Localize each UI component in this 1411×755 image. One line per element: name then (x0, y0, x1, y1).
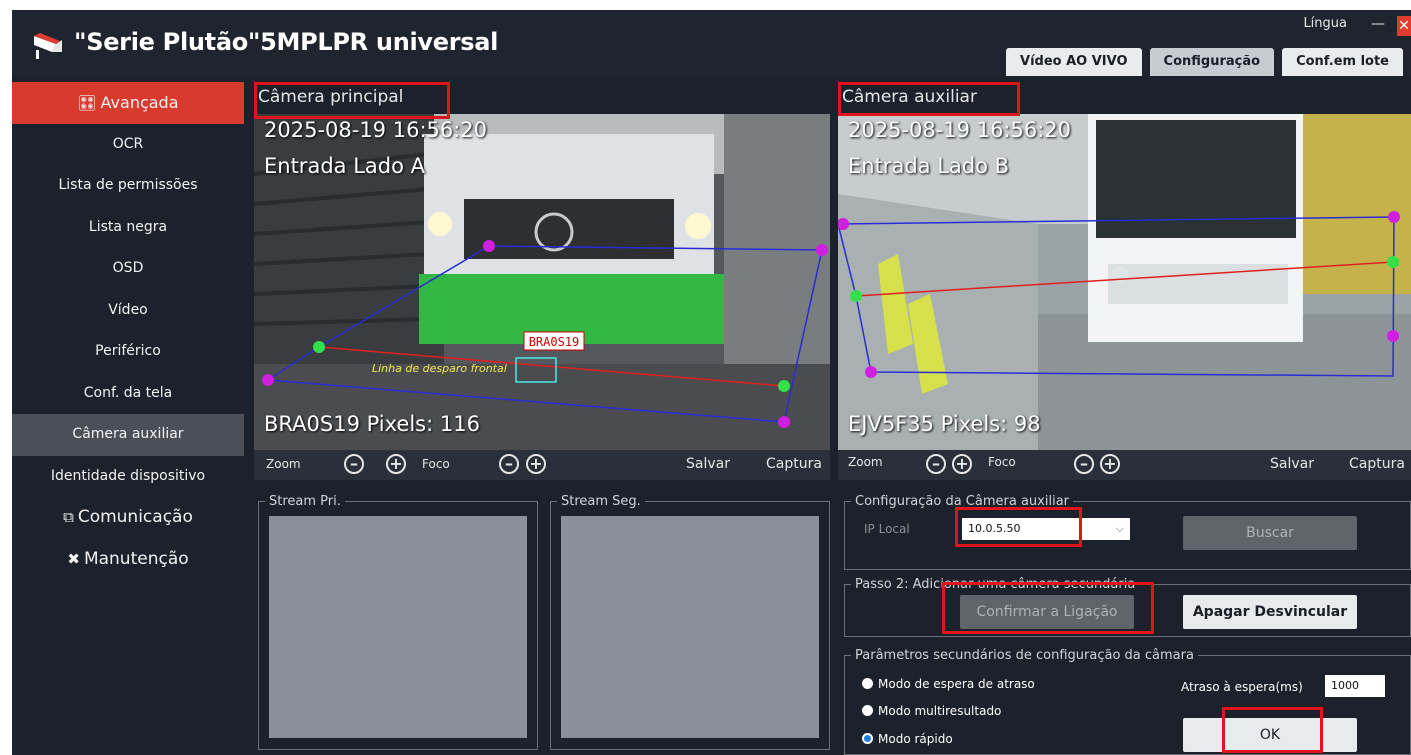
sidebar-item-video[interactable]: Vídeo (12, 290, 244, 332)
delay-label: Atraso à espera(ms) (1181, 680, 1303, 694)
capture-button[interactable]: Captura (1349, 456, 1405, 472)
radio-label: Modo multiresultado (878, 704, 1002, 718)
camera-logo-icon (34, 33, 62, 59)
main-camera-controls: Zoom – + Foco – + Salvar Captura (254, 450, 830, 480)
aux-camera-controls: Zoom – + Foco – + Salvar Captura (838, 450, 1411, 480)
radio-fast-mode[interactable]: Modo rápido (862, 732, 953, 746)
chevron-down-icon: ⌵ (1115, 522, 1124, 535)
radio-dot (862, 678, 873, 689)
aux-camera-panel: Câmera auxiliar 2025-08-19 16:56:20 Entr… (838, 82, 1411, 480)
sidebar-item-aux-camera[interactable]: Câmera auxiliar (12, 414, 244, 456)
focus-out-button[interactable]: – (499, 454, 519, 474)
tab-batch-config[interactable]: Conf.em lote (1282, 48, 1403, 76)
language-selector[interactable]: Língua (1303, 16, 1347, 31)
highlight-ip-field (955, 507, 1082, 547)
stream-secondary-preview (561, 516, 819, 738)
highlight-confirm-button (942, 582, 1154, 634)
save-button[interactable]: Salvar (686, 456, 730, 472)
sidebar-item-communication[interactable]: ⧉ Comunicação (12, 497, 244, 539)
focus-in-button[interactable]: + (526, 454, 546, 474)
close-button[interactable]: ✕ (1397, 16, 1411, 36)
sidebar-item-label: Avançada (100, 93, 179, 112)
zoom-label: Zoom (848, 455, 883, 469)
unlink-button[interactable]: Apagar Desvincular (1183, 595, 1357, 629)
tools-icon: ✖ (67, 549, 80, 568)
aux-location: Entrada Lado B (848, 154, 1010, 178)
app-title: "Serie Plutão"5MPLPR universal (74, 28, 499, 56)
tab-configuration[interactable]: Configuração (1149, 48, 1275, 76)
sidebar: 🎛 Avançada OCR Lista de permissões Lista … (12, 82, 244, 755)
sidebar-item-device-identity[interactable]: Identidade dispositivo (12, 456, 244, 498)
radio-dot (862, 705, 873, 716)
zoom-in-button[interactable]: + (952, 454, 972, 474)
highlight-main-camera-title (254, 82, 450, 119)
stream-primary-preview (269, 516, 527, 738)
sidebar-item-peripheral[interactable]: Periférico (12, 331, 244, 373)
main-camera-video[interactable]: BRA0S19 Linha de desparo frontal 2025-08… (254, 114, 830, 450)
capture-button[interactable]: Captura (766, 456, 822, 472)
highlight-ok-button (1222, 707, 1323, 753)
stream-secondary-label: Stream Seg. (561, 494, 641, 509)
radio-label: Modo rápido (878, 732, 953, 746)
radio-multiresult-mode[interactable]: Modo multiresultado (862, 704, 1001, 718)
ip-local-label: IP Local (864, 522, 910, 536)
sidebar-item-ocr[interactable]: OCR (12, 124, 244, 166)
main-timestamp: 2025-08-19 16:56:20 (264, 118, 488, 142)
app-header: "Serie Plutão"5MPLPR universal Língua — … (12, 10, 1411, 76)
zoom-label: Zoom (266, 457, 301, 471)
stream-primary-label: Stream Pri. (269, 494, 341, 509)
sidebar-item-label: Manutenção (83, 548, 189, 569)
aux-timestamp: 2025-08-19 16:56:20 (848, 118, 1072, 142)
sidebar-item-screen-config[interactable]: Conf. da tela (12, 373, 244, 415)
params-legend: Parâmetros secundários de configuração d… (855, 648, 1194, 663)
trigger-line-label: Linha de desparo frontal (372, 362, 507, 375)
radio-delay-mode[interactable]: Modo de espera de atraso (862, 677, 1035, 691)
main-plate-pixels: BRA0S19 Pixels: 116 (264, 412, 480, 436)
sidebar-item-osd[interactable]: OSD (12, 248, 244, 290)
highlight-aux-camera-title (838, 82, 1020, 116)
sidebar-item-advanced[interactable]: 🎛 Avançada (12, 82, 244, 124)
save-button[interactable]: Salvar (1270, 456, 1314, 472)
focus-label: Foco (988, 455, 1016, 469)
tab-live-video[interactable]: Vídeo AO VIVO (1006, 48, 1142, 76)
focus-out-button[interactable]: – (1074, 454, 1094, 474)
sliders-icon: 🎛 (77, 94, 97, 112)
main-content: Câmera principal BRA0S19 Linha de despar… (254, 82, 1411, 755)
sidebar-item-allowlist[interactable]: Lista de permissões (12, 165, 244, 207)
delay-input[interactable]: 1000 (1325, 675, 1385, 697)
zoom-in-button[interactable]: + (386, 454, 406, 474)
zoom-out-button[interactable]: – (926, 454, 946, 474)
app-window: "Serie Plutão"5MPLPR universal Língua — … (12, 10, 1411, 755)
search-button[interactable]: Buscar (1183, 516, 1357, 550)
aux-camera-video[interactable]: 2025-08-19 16:56:20 Entrada Lado B EJV5F… (838, 114, 1411, 450)
aux-plate-pixels: EJV5F35 Pixels: 98 (848, 412, 1041, 436)
sidebar-item-maintenance[interactable]: ✖ Manutenção (12, 539, 244, 581)
minimize-button[interactable]: — (1371, 16, 1385, 32)
radio-label: Modo de espera de atraso (878, 677, 1035, 691)
focus-in-button[interactable]: + (1100, 454, 1120, 474)
plate-text: BRA0S19 (529, 335, 580, 349)
top-tabs: Vídeo AO VIVO Configuração Conf.em lote (1006, 48, 1403, 76)
main-camera-panel: Câmera principal BRA0S19 Linha de despar… (254, 82, 830, 480)
sidebar-item-label: Comunicação (77, 507, 193, 527)
zoom-out-button[interactable]: – (344, 454, 364, 474)
main-location: Entrada Lado A (264, 154, 425, 178)
sidebar-item-blocklist[interactable]: Lista negra (12, 207, 244, 249)
focus-label: Foco (422, 457, 450, 471)
radio-dot (862, 733, 873, 744)
camera-icon: ⧉ (63, 508, 74, 526)
